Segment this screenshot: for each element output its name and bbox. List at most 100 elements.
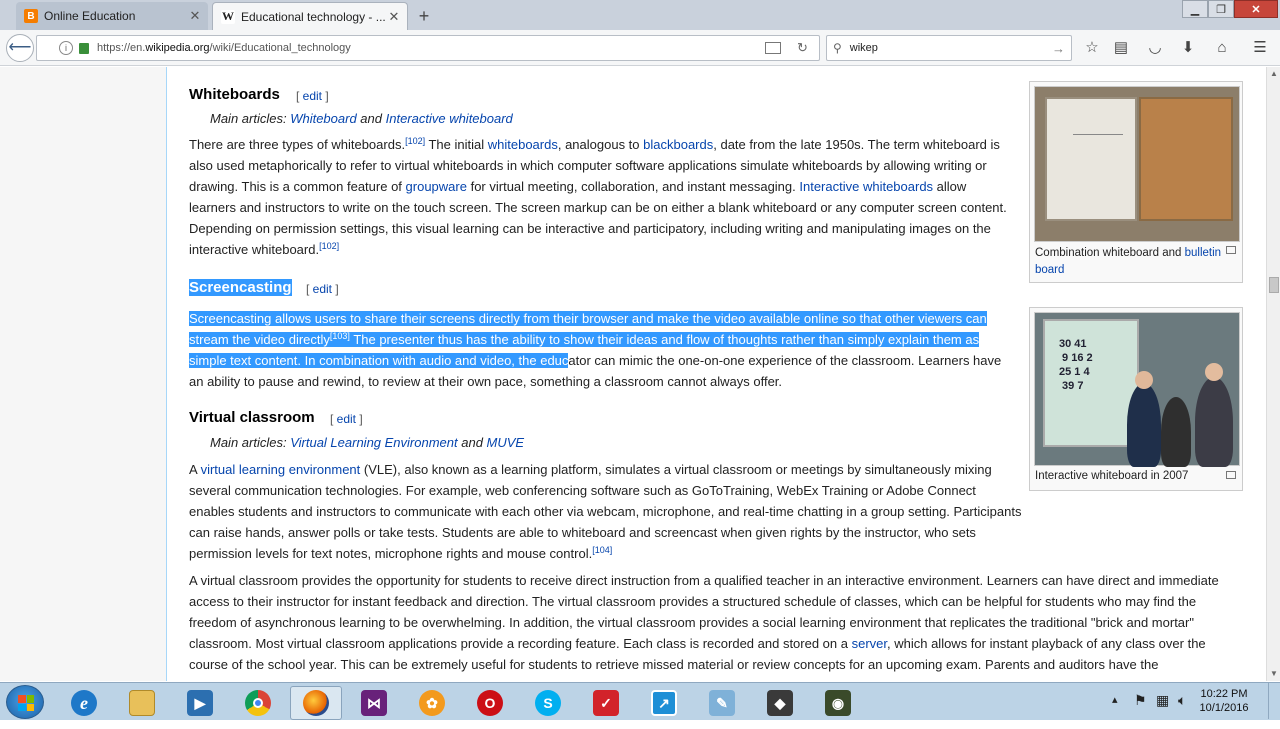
link-blackboards[interactable]: blackboards	[643, 137, 713, 152]
info-icon[interactable]: i	[59, 41, 73, 55]
enlarge-icon[interactable]	[1226, 471, 1236, 479]
taskbar-app-orange[interactable]: ✿	[406, 686, 458, 720]
taskbar-visual-studio[interactable]: ⋈	[348, 686, 400, 720]
bookmarks-menu-icon[interactable]: ▤	[1111, 38, 1131, 58]
red-app-icon: ✓	[593, 690, 619, 716]
citation-102[interactable]: [102]	[319, 241, 339, 251]
pocket-icon[interactable]: ◡	[1145, 38, 1165, 58]
taskbar-firefox[interactable]	[290, 686, 342, 720]
link-virtual-learning-environment[interactable]: Virtual Learning Environment	[290, 435, 457, 450]
reload-icon[interactable]: ↻	[797, 40, 811, 56]
network-icon[interactable]: ▦	[1156, 692, 1169, 728]
tab-title: Educational technology - ...	[241, 9, 385, 24]
link-interactive-whiteboard[interactable]: Interactive whiteboard	[386, 111, 513, 126]
search-input[interactable]: wikep	[850, 42, 1052, 54]
chrome-icon	[245, 690, 271, 716]
edit-link-whiteboards[interactable]: [ edit ]	[296, 89, 329, 103]
citation-103[interactable]: [103]	[330, 331, 350, 341]
paragraph-virtual-classroom-1: A virtual learning environment (VLE), al…	[189, 462, 1022, 561]
recorder-app-icon: ◉	[825, 690, 851, 716]
wikipedia-favicon-icon: W	[221, 9, 235, 24]
tab-close-icon[interactable]: ✕	[186, 8, 204, 24]
scroll-down-icon[interactable]: ▼	[1267, 667, 1280, 681]
taskbar-internet-explorer[interactable]: e	[58, 686, 110, 720]
arrow-app-icon: ↗	[651, 690, 677, 716]
paragraph-whiteboards: There are three types of whiteboards.[10…	[189, 136, 1007, 258]
browser-title-bar: B Online Education ✕ W Educational techn…	[0, 0, 1280, 30]
edit-link-screencasting[interactable]: [ edit ]	[306, 282, 339, 296]
taskbar-app-red[interactable]: ✓	[580, 686, 632, 720]
link-whiteboards[interactable]: whiteboards	[488, 137, 558, 152]
url-bar[interactable]: i https://en.wikipedia.org/wiki/Educatio…	[36, 35, 820, 61]
taskbar-app-video-2[interactable]: ◉	[812, 686, 864, 720]
whiteboard-digits: 30 41 9 16 2 25 1 4 39 7	[1059, 338, 1093, 392]
minimize-icon[interactable]: ▁	[1182, 0, 1208, 18]
skype-icon: S	[535, 690, 561, 716]
page-scrollbar[interactable]: ▲ ▼	[1266, 67, 1280, 681]
bookmark-star-icon[interactable]: ☆	[1082, 38, 1102, 58]
show-desktop-button[interactable]	[1268, 683, 1280, 719]
link-server[interactable]: server	[852, 636, 887, 651]
paragraph-screencasting: Screencasting allows users to share thei…	[189, 311, 1002, 389]
blogger-favicon-icon: B	[24, 9, 38, 23]
lock-icon[interactable]	[79, 42, 89, 54]
navigation-toolbar: ⟵ i https://en.wikipedia.org/wiki/Educat…	[0, 30, 1280, 66]
thumbnail-whiteboard: Combination whiteboard and bulletin boar…	[1029, 81, 1243, 283]
taskbar-opera[interactable]: O	[464, 686, 516, 720]
windows-logo-icon	[18, 695, 34, 711]
link-interactive-whiteboards[interactable]: Interactive whiteboards	[799, 179, 933, 194]
link-groupware[interactable]: groupware	[406, 179, 467, 194]
tab-title: Online Education	[44, 9, 136, 23]
taskbar-skype[interactable]: S	[522, 686, 574, 720]
taskbar-chrome[interactable]	[232, 686, 284, 720]
citation-102[interactable]: [102]	[405, 136, 425, 146]
close-window-icon[interactable]: ✕	[1234, 0, 1278, 18]
scrollbar-thumb[interactable]	[1269, 277, 1279, 293]
clock-time: 10:22 PM	[1200, 688, 1248, 700]
volume-icon[interactable]: 🔈︎	[1178, 692, 1186, 728]
search-go-icon[interactable]: →	[1052, 41, 1065, 56]
downloads-icon[interactable]: ⬇	[1178, 38, 1198, 58]
new-tab-button[interactable]: +	[414, 6, 434, 27]
action-center-icon[interactable]: ⚑	[1134, 692, 1147, 728]
link-virtual-learning-environment[interactable]: virtual learning environment	[201, 462, 361, 477]
taskbar-media-player[interactable]: ▶	[174, 686, 226, 720]
home-icon[interactable]: ⌂	[1212, 38, 1232, 58]
enlarge-icon[interactable]	[1226, 246, 1236, 254]
opera-icon: O	[477, 690, 503, 716]
back-button[interactable]: ⟵	[6, 34, 34, 62]
window-controls: ▁ ❐ ✕	[1182, 0, 1278, 18]
interactive-whiteboard-image[interactable]: 30 41 9 16 2 25 1 4 39 7	[1034, 312, 1240, 467]
thumbnail-caption: Interactive whiteboard in 2007	[1035, 470, 1189, 482]
reader-view-icon[interactable]	[765, 42, 781, 54]
taskbar-app-pen[interactable]: ✎	[696, 686, 748, 720]
paragraph-virtual-classroom-2: A virtual classroom provides the opportu…	[189, 573, 1219, 672]
firefox-icon	[303, 690, 329, 716]
search-bar[interactable]: ⚲ wikep →	[826, 35, 1072, 61]
tab-online-education[interactable]: B Online Education ✕	[16, 2, 208, 30]
section-heading-screencasting: Screencasting	[189, 279, 292, 296]
edit-link-virtual-classroom[interactable]: [ edit ]	[330, 412, 363, 426]
citation-104[interactable]: [104]	[592, 545, 612, 555]
video-app-icon: ◆	[767, 690, 793, 716]
tab-educational-technology[interactable]: W Educational technology - ... ✕	[212, 2, 408, 30]
link-whiteboard[interactable]: Whiteboard	[290, 111, 356, 126]
menu-hamburger-icon[interactable]: ☰	[1250, 38, 1270, 58]
tray-expand-icon[interactable]: ▴	[1112, 693, 1118, 729]
maximize-icon[interactable]: ❐	[1208, 0, 1234, 18]
url-text[interactable]: https://en.wikipedia.org/wiki/Educationa…	[97, 42, 765, 54]
start-button[interactable]	[6, 685, 44, 719]
taskbar-app-arrow[interactable]: ↗	[638, 686, 690, 720]
link-muve[interactable]: MUVE	[487, 435, 525, 450]
taskbar-file-explorer[interactable]	[116, 686, 168, 720]
page-viewport: Whiteboards [ edit ] Main articles: Whit…	[0, 67, 1266, 681]
orange-app-icon: ✿	[419, 690, 445, 716]
scroll-up-icon[interactable]: ▲	[1267, 67, 1280, 81]
system-clock[interactable]: 10:22 PM 10/1/2016	[1198, 687, 1250, 715]
taskbar-app-video[interactable]: ◆	[754, 686, 806, 720]
folder-icon	[129, 690, 155, 716]
whiteboard-image[interactable]	[1034, 86, 1240, 242]
tab-close-icon[interactable]: ✕	[385, 9, 403, 25]
search-icon: ⚲	[833, 41, 842, 55]
thumbnail-interactive-whiteboard: 30 41 9 16 2 25 1 4 39 7 Interactive whi…	[1029, 307, 1243, 491]
